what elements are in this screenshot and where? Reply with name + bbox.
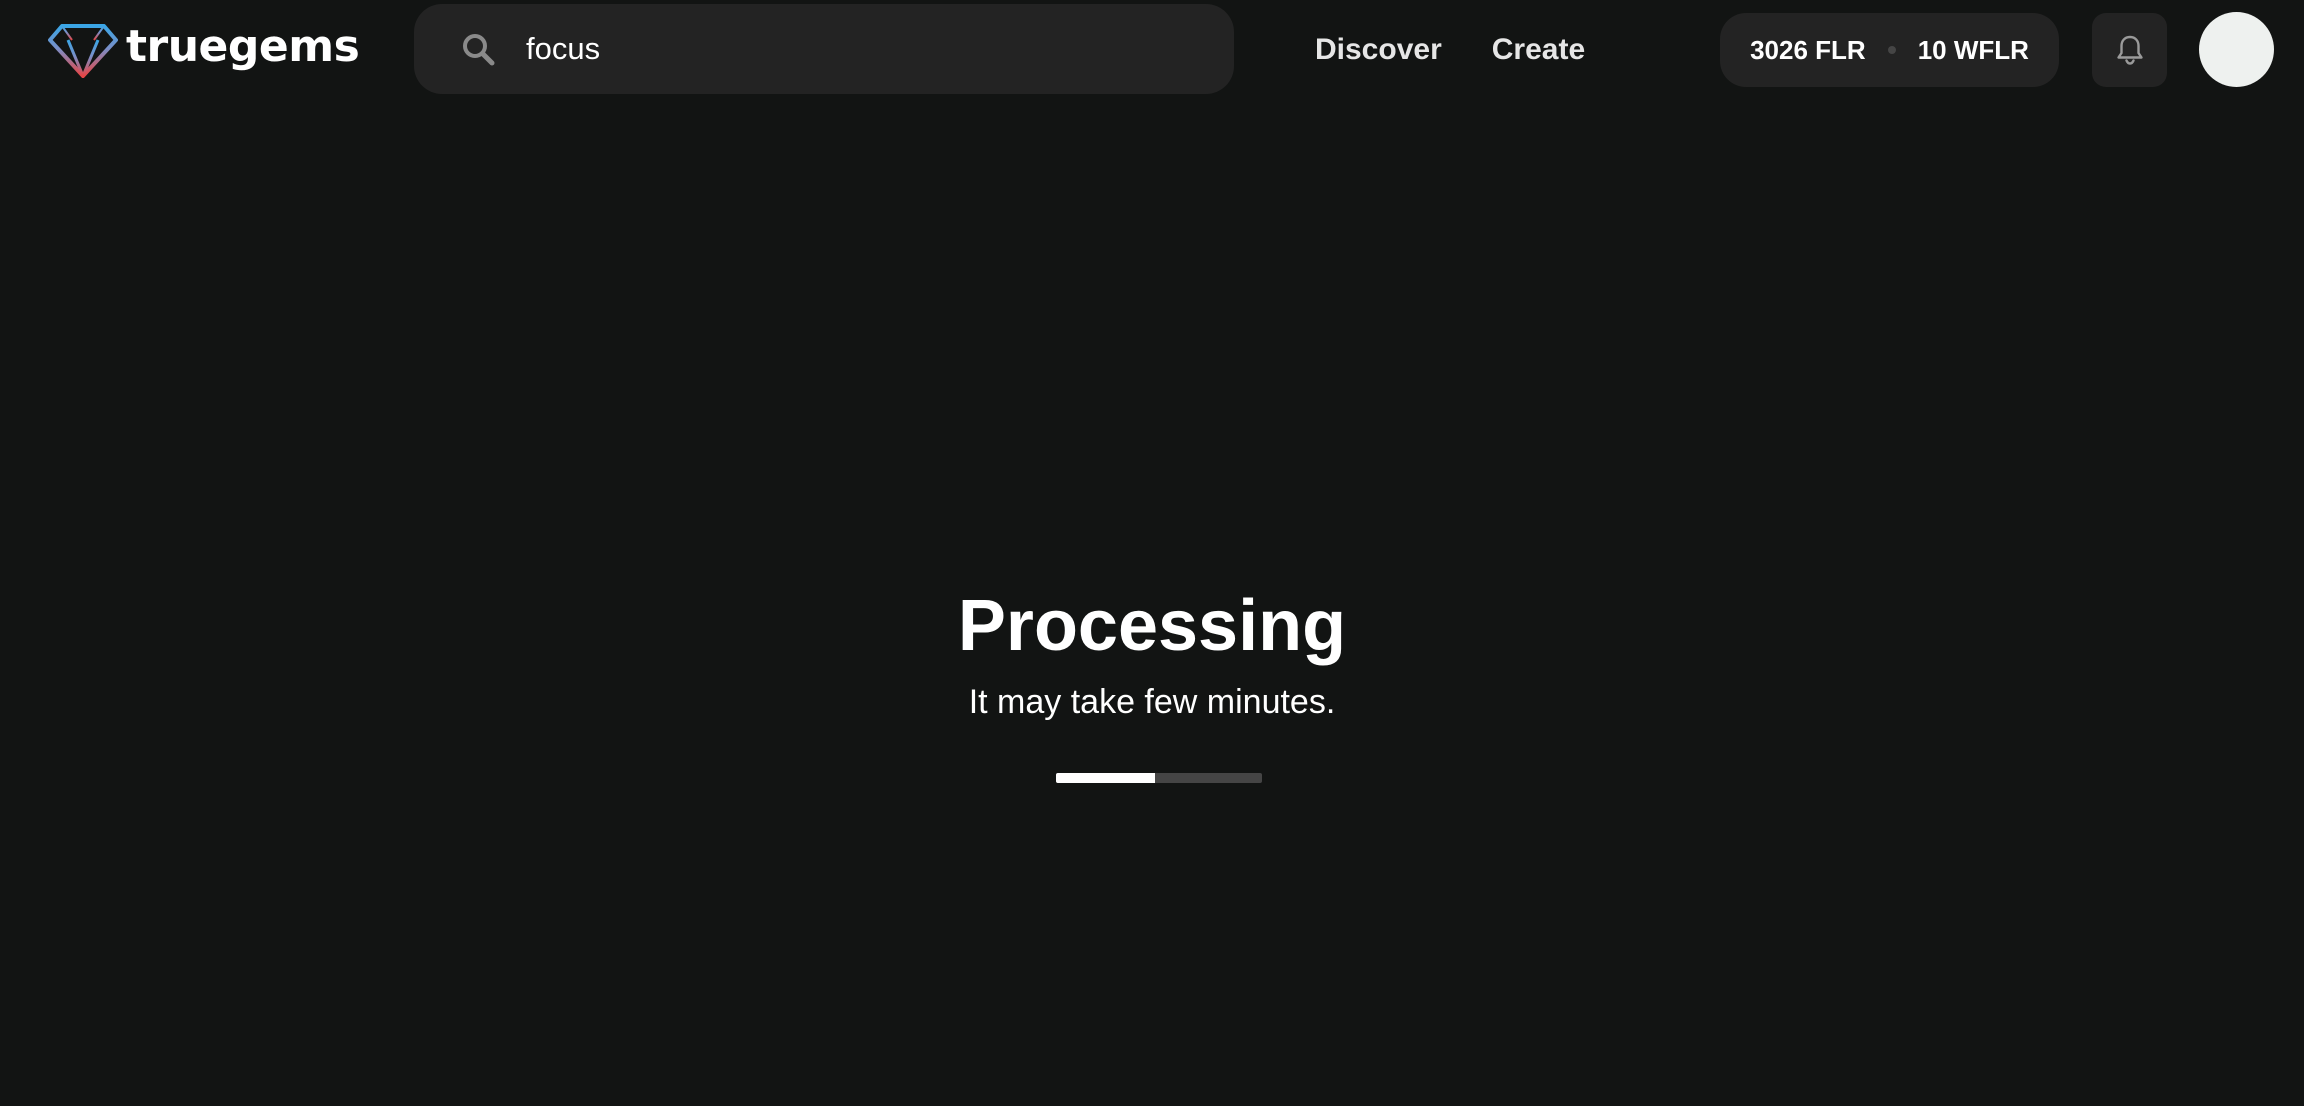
avatar[interactable] — [2199, 12, 2274, 87]
logo-link[interactable]: truegems — [48, 20, 360, 80]
search-bar[interactable] — [414, 4, 1234, 94]
top-bar: truegems Discover Create 3026 FLR 10 WFL… — [0, 0, 2304, 100]
bell-icon — [2116, 35, 2143, 65]
balance-separator-dot — [1887, 46, 1896, 54]
notifications-button[interactable] — [2092, 13, 2167, 87]
processing-panel: Processing It may take few minutes. — [0, 580, 2304, 724]
progress-bar-fill — [1056, 773, 1155, 783]
logo-text: truegems — [126, 21, 360, 72]
wallet-balance[interactable]: 3026 FLR 10 WFLR — [1720, 13, 2059, 87]
nav-create-link[interactable]: Create — [1492, 28, 1585, 72]
processing-subtitle: It may take few minutes. — [968, 683, 1336, 721]
search-icon — [463, 34, 495, 66]
nav-discover-link[interactable]: Discover — [1315, 28, 1442, 72]
wflr-balance: 10 WFLR — [1917, 34, 2029, 65]
main-nav: Discover Create — [1315, 28, 1585, 72]
progress-bar — [1056, 773, 1262, 783]
gem-logo-icon — [48, 24, 118, 78]
flr-balance: 3026 FLR — [1750, 34, 1866, 65]
search-input[interactable] — [526, 31, 1206, 67]
processing-title: Processing — [957, 586, 1347, 666]
